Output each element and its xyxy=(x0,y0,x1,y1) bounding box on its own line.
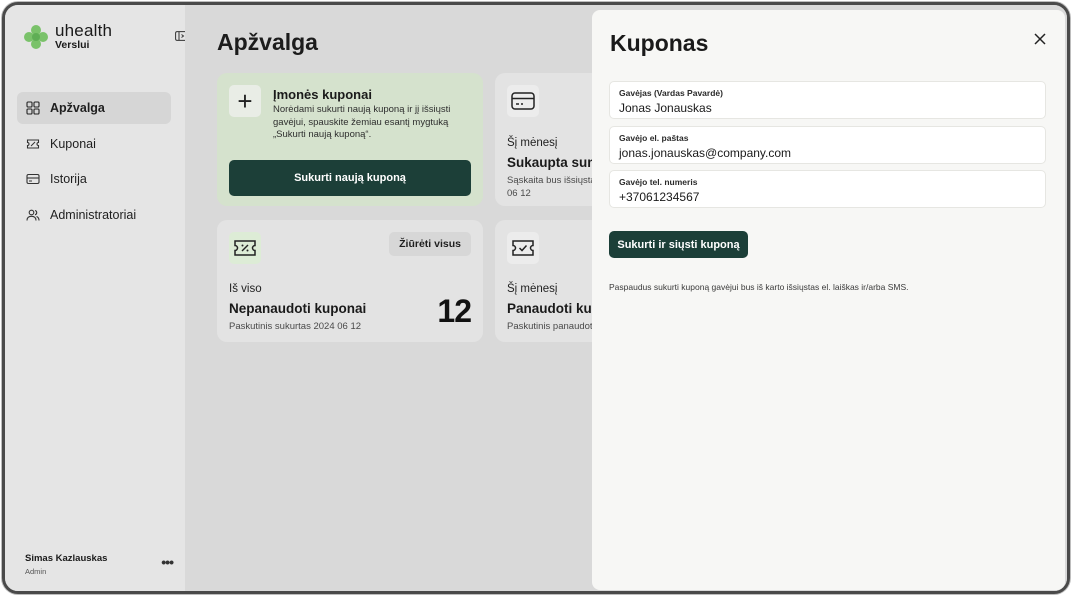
brand-sub: Verslui xyxy=(55,39,90,51)
uhealth-logo-icon xyxy=(24,25,48,49)
users-icon xyxy=(26,209,40,221)
plus-icon: + xyxy=(229,85,261,117)
app-window: uhealth Verslui Apžvalga Kuponai Istorij… xyxy=(2,2,1070,594)
sum-invoice-date: 06 12 xyxy=(507,188,531,199)
ticket-icon xyxy=(26,138,40,149)
sidebar-item-coupons[interactable]: Kuponai xyxy=(17,128,171,160)
user-name: Simas Kazlauskas xyxy=(25,553,108,564)
sidebar-item-label: Kuponai xyxy=(50,136,96,151)
brand-logo[interactable]: uhealth Verslui xyxy=(23,21,113,51)
sum-title: Sukaupta suma xyxy=(507,155,605,170)
user-profile[interactable]: Simas Kazlauskas Admin ••• xyxy=(25,553,174,576)
used-title: Panaudoti kuponai xyxy=(507,301,605,316)
check-ticket-icon xyxy=(507,232,539,264)
used-label: Šį mėnesį xyxy=(507,283,558,295)
sidebar: uhealth Verslui Apžvalga Kuponai Istorij… xyxy=(5,5,187,591)
unused-last-created: Paskutinis sukurtas 2024 06 12 xyxy=(229,321,362,332)
sidebar-item-overview[interactable]: Apžvalga xyxy=(17,92,171,124)
sidebar-item-label: Istorija xyxy=(50,172,87,186)
grid-icon xyxy=(26,101,40,115)
brand-name: uhealth xyxy=(55,21,113,40)
used-last-text: Paskutinis panaudotas xyxy=(507,321,603,332)
card-icon xyxy=(507,85,539,117)
sum-invoice-text: Sąskaita bus išsiųsta xyxy=(507,175,596,186)
sum-label: Šį mėnesį xyxy=(507,137,558,149)
send-note: Paspaudus sukurti kuponą gavėjui bus iš … xyxy=(609,282,909,292)
sidebar-item-history[interactable]: Istorija xyxy=(17,163,171,195)
recipient-email-field[interactable]: Gavėjo el. paštas jonas.jonauskas@compan… xyxy=(609,126,1046,164)
user-role: Admin xyxy=(25,567,47,576)
recipient-name-input[interactable]: Jonas Jonauskas xyxy=(619,100,1036,116)
drawer-title: Kuponas xyxy=(610,30,709,56)
unused-coupons-card: Žiūrėti visus Iš viso Nepanaudoti kupona… xyxy=(217,220,483,342)
sidebar-item-label: Administratoriai xyxy=(50,207,137,222)
page-title: Apžvalga xyxy=(217,29,318,55)
create-and-send-button[interactable]: Sukurti ir siųsti kuponą xyxy=(609,231,748,258)
sidebar-item-label: Apžvalga xyxy=(50,101,105,115)
create-coupon-button[interactable]: Sukurti naują kuponą xyxy=(229,160,471,196)
unused-title: Nepanaudoti kuponai xyxy=(229,301,367,316)
used-coupons-card: Šį mėnesį Panaudoti kuponai Paskutinis p… xyxy=(495,220,605,342)
coupon-drawer: Kuponas Gavėjas (Vardas Pavardė) Jonas J… xyxy=(592,10,1065,590)
company-coupons-card: + Įmonės kuponai Norėdami sukurti naują … xyxy=(217,73,483,206)
more-options-icon[interactable]: ••• xyxy=(161,555,174,569)
promo-text: Norėdami sukurti naują kuponą ir jį išsi… xyxy=(273,104,451,140)
recipient-phone-field[interactable]: Gavėjo tel. numeris +37061234567 xyxy=(609,170,1046,208)
unused-label: Iš viso xyxy=(229,283,262,295)
unused-count: 12 xyxy=(437,293,472,329)
recipient-email-input[interactable]: jonas.jonauskas@company.com xyxy=(619,145,1036,161)
card-icon xyxy=(26,173,40,185)
field-label: Gavėjo tel. numeris xyxy=(619,177,698,187)
recipient-phone-input[interactable]: +37061234567 xyxy=(619,189,1036,205)
recipient-name-field[interactable]: Gavėjas (Vardas Pavardė) Jonas Jonauskas xyxy=(609,81,1046,119)
accumulated-sum-card: Šį mėnesį Sukaupta suma Sąskaita bus išs… xyxy=(495,73,605,206)
close-icon[interactable] xyxy=(1033,32,1047,46)
view-all-button[interactable]: Žiūrėti visus xyxy=(389,232,471,256)
sidebar-nav: Apžvalga Kuponai Istorija Administratori… xyxy=(17,92,171,234)
field-label: Gavėjo el. paštas xyxy=(619,133,689,143)
promo-title: Įmonės kuponai xyxy=(273,87,372,102)
field-label: Gavėjas (Vardas Pavardė) xyxy=(619,88,723,98)
percent-ticket-icon xyxy=(229,232,261,264)
sidebar-item-administrators[interactable]: Administratoriai xyxy=(17,199,171,231)
